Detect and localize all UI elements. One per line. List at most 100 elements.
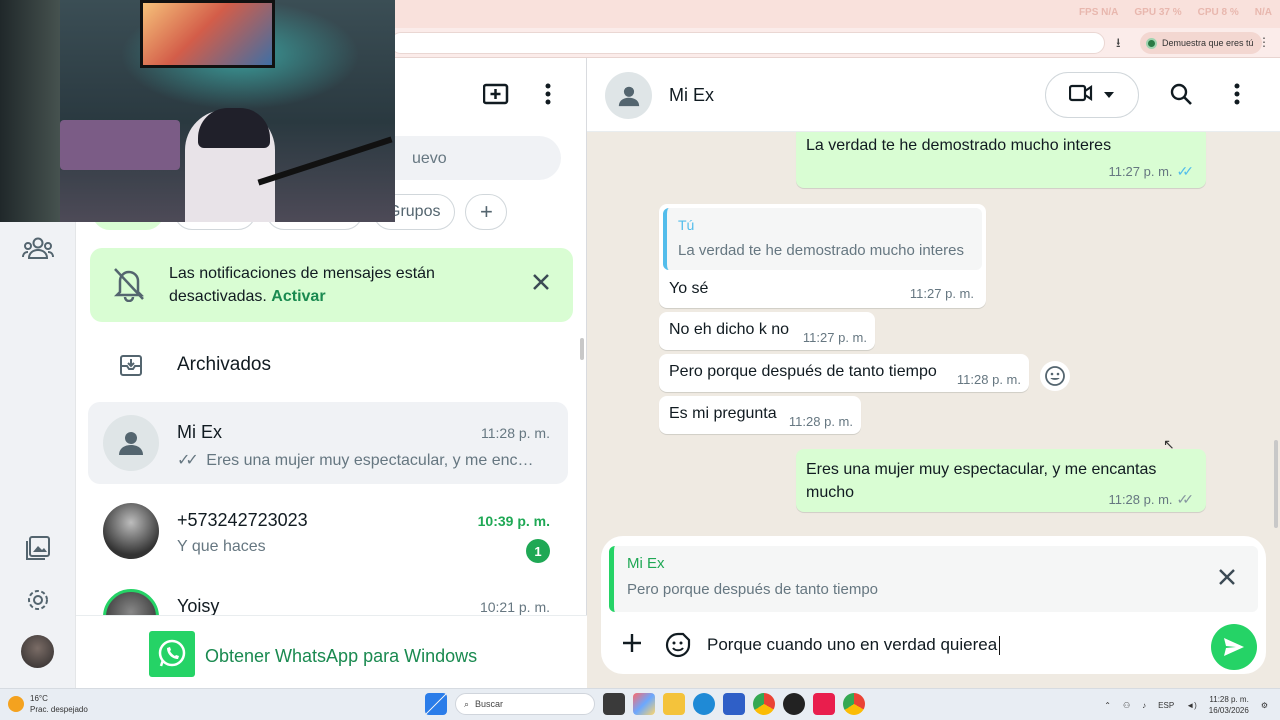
contact-avatar-icon[interactable] [605, 72, 652, 119]
message-time: 11:28 p. m. [788, 414, 853, 429]
file-explorer-icon[interactable] [663, 693, 685, 715]
send-icon [1224, 638, 1244, 656]
close-banner-icon[interactable] [531, 272, 551, 297]
video-camera-icon [1068, 84, 1093, 107]
get-app-banner[interactable]: Obtener WhatsApp para Windows [76, 615, 587, 688]
copilot-icon[interactable] [633, 693, 655, 715]
chat-list-item[interactable]: +573242723023 10:39 p. m. Y que haces 1 [88, 490, 568, 572]
contact-photo-avatar [103, 503, 159, 559]
taskbar-search[interactable]: ⌕ Buscar [455, 693, 595, 715]
contact-name[interactable]: Mi Ex [669, 85, 714, 106]
archived-label: Archivados [177, 354, 271, 375]
weather-widget[interactable]: 16°C Prac. despejado [8, 693, 88, 715]
message-text: No eh dicho k no [669, 321, 790, 338]
tiktok-icon[interactable] [813, 693, 835, 715]
close-reply-icon[interactable] [1218, 568, 1236, 591]
read-ticks-icon: ✓✓ [1176, 163, 1195, 179]
media-icon[interactable] [18, 528, 58, 568]
incoming-message[interactable]: No eh dicho k no 11:27 p. m. [659, 312, 875, 350]
sticker-icon[interactable] [665, 632, 691, 663]
chrome-profile-icon[interactable] [843, 693, 865, 715]
weather-temp: 16°C [30, 694, 48, 703]
message-time: 11:28 p. m. [1108, 492, 1173, 507]
reply-preview: Mi Ex Pero porque después de tanto tiemp… [609, 546, 1258, 612]
message-text: Eres una mujer muy espectacular, y me en… [806, 458, 1156, 504]
message-time: 11:28 p. m. [956, 372, 1021, 387]
new-chat-icon[interactable] [482, 83, 509, 110]
conversation-scrollbar[interactable] [1274, 440, 1278, 528]
windows-start-icon[interactable] [425, 693, 447, 715]
clock-date: 16/03/2026 [1208, 706, 1249, 715]
outgoing-message[interactable]: La verdad te he demostrado mucho interes… [796, 132, 1206, 188]
language-indicator[interactable]: ESP [1158, 701, 1174, 710]
chat-list-item[interactable]: Yoisy 10:21 p. m. [88, 576, 568, 616]
emoji-reaction-icon[interactable] [1040, 361, 1070, 391]
incoming-message[interactable]: Es mi pregunta 11:28 p. m. [659, 396, 861, 434]
url-field[interactable] [390, 32, 1105, 54]
message-time: 11:27 p. m. [1108, 164, 1173, 179]
mouse-cursor-icon: ↖ [1163, 436, 1175, 452]
taskbar-clock[interactable]: 11:28 p. m. 16/03/2026 [1209, 694, 1249, 716]
communities-icon[interactable] [18, 228, 58, 268]
incoming-message[interactable]: Pero porque después de tanto tiempo 11:2… [659, 354, 1029, 392]
network-icon[interactable]: ⚇ [1123, 701, 1130, 710]
system-tray: ⌃ ⚇ ♪ ESP ◄) 11:28 p. m. 16/03/2026 ⚙ [1104, 694, 1268, 716]
archived-row[interactable]: Archivados [76, 342, 587, 386]
chrome-icon[interactable] [753, 693, 775, 715]
chat-time: 10:21 p. m. [479, 599, 550, 615]
delivered-ticks-icon: ✓✓ [1176, 491, 1195, 507]
compose-row: Porque cuando uno en verdad quierea [601, 622, 1266, 670]
obs-icon[interactable] [783, 693, 805, 715]
chat-time: 10:39 p. m. [477, 513, 550, 529]
reply-text: Pero porque después de tanto tiempo [627, 581, 879, 598]
windows-taskbar: 16°C Prac. despejado ⌕ Buscar ⌃ ⚇ ♪ ESP … [0, 688, 1280, 720]
download-icon[interactable]: ⭳ [1116, 34, 1121, 56]
outgoing-message[interactable]: Eres una mujer muy espectacular, y me en… [796, 449, 1206, 512]
message-meta: 11:28 p. m. [789, 414, 853, 429]
conversation-panel: Mi Ex La verdad te he demostrado mucho i… [587, 58, 1280, 688]
text-caret [999, 636, 1001, 656]
chat-list-item[interactable]: Mi Ex 11:28 p. m. ✓✓ Eres una mujer muy … [88, 402, 568, 484]
chat-preview: Y que haces [177, 538, 266, 555]
chevron-down-icon [1103, 86, 1115, 104]
store-icon[interactable] [723, 693, 745, 715]
incoming-message[interactable]: Tú La verdad te he demostrado mucho inte… [659, 204, 986, 308]
whatsapp-logo-icon [149, 631, 195, 677]
filter-add-button[interactable]: + [465, 194, 508, 230]
message-meta: 11:28 p. m. ✓✓ [1108, 491, 1194, 508]
extra-stat: N/A [1254, 7, 1272, 18]
notifications-icon[interactable]: ⚙ [1261, 701, 1268, 710]
message-list: La verdad te he demostrado mucho interes… [587, 132, 1280, 536]
message-input[interactable]: Porque cuando uno en verdad quierea [707, 635, 1187, 656]
extension-button[interactable]: Demuestra que eres tú [1140, 32, 1262, 54]
conversation-header: Mi Ex [587, 58, 1280, 132]
activate-notifications-link[interactable]: Activar [271, 288, 325, 305]
send-button[interactable] [1211, 624, 1257, 670]
quote-text: La verdad te he demostrado mucho interes [678, 242, 965, 259]
archive-icon [118, 352, 144, 383]
conversation-menu-icon[interactable] [1234, 83, 1240, 110]
volume-icon[interactable]: ◄) [1186, 701, 1197, 710]
task-view-icon[interactable] [603, 693, 625, 715]
attach-plus-icon[interactable] [621, 632, 643, 659]
mic-icon[interactable]: ♪ [1142, 701, 1146, 710]
message-composer: Mi Ex Pero porque después de tanto tiemp… [601, 536, 1266, 674]
extension-icon [1146, 37, 1157, 49]
tray-chevron-icon[interactable]: ⌃ [1104, 701, 1111, 710]
edge-icon[interactable] [693, 693, 715, 715]
chat-list-scrollbar[interactable] [580, 338, 584, 360]
profile-avatar[interactable] [21, 635, 54, 668]
quoted-message[interactable]: Tú La verdad te he demostrado mucho inte… [663, 208, 982, 270]
chat-name: Yoisy [177, 596, 220, 616]
menu-icon[interactable] [545, 83, 551, 110]
chat-preview-text: Eres una mujer muy espectacular, y me en… [206, 452, 542, 469]
taskbar-search-label: Buscar [475, 699, 504, 709]
video-call-button[interactable] [1045, 72, 1139, 118]
message-text-line: Eres una mujer muy espectacular, y me en… [806, 461, 1157, 478]
browser-menu-icon[interactable]: ⋮ [1258, 35, 1270, 49]
settings-icon[interactable] [18, 580, 58, 620]
search-icon[interactable] [1170, 83, 1192, 110]
message-text: Yo sé [669, 280, 709, 297]
extension-label: Demuestra que eres tú [1162, 38, 1254, 48]
fps-stat: FPS N/A [1078, 7, 1119, 18]
